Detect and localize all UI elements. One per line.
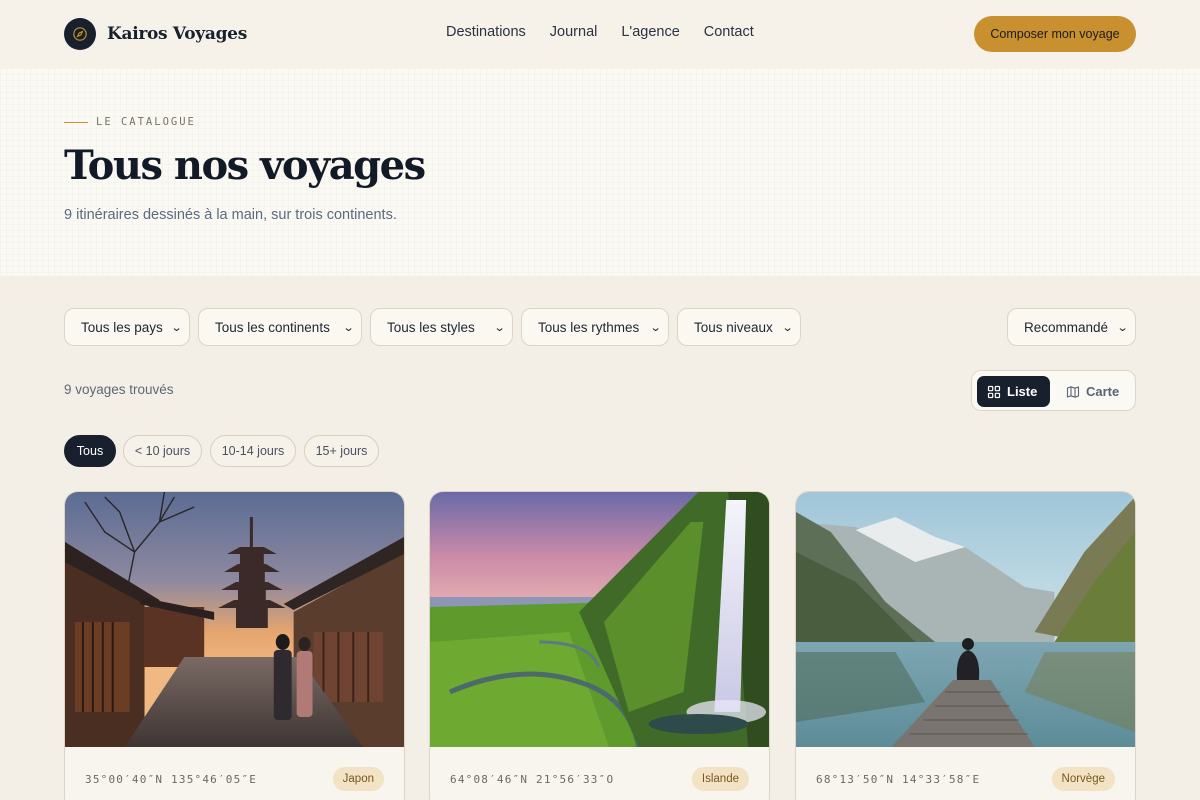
chip-duration-all[interactable]: Tous bbox=[64, 435, 116, 467]
card-coordinates: 35°00′40″N 135°46′05″E bbox=[85, 773, 258, 786]
view-list-button[interactable]: Liste bbox=[977, 376, 1050, 407]
nav-link-agence[interactable]: L'agence bbox=[621, 24, 679, 40]
chip-duration-15-plus[interactable]: 15+ jours bbox=[304, 435, 379, 467]
view-toggle: Liste Carte bbox=[971, 370, 1136, 411]
nav-link-destinations[interactable]: Destinations bbox=[446, 24, 526, 40]
filter-style-select[interactable]: Tous les styles ⌄ bbox=[370, 308, 513, 346]
sort-select[interactable]: Recommandé ⌄ bbox=[1007, 308, 1136, 346]
trip-photo-iceland bbox=[430, 492, 769, 747]
filter-level-label: Tous niveaux bbox=[694, 319, 773, 335]
chevron-down-icon: ⌄ bbox=[781, 321, 794, 334]
view-list-label: Liste bbox=[1007, 384, 1038, 399]
eyebrow-label: LE CATALOGUE bbox=[96, 116, 196, 128]
grid-icon bbox=[987, 385, 1001, 398]
filter-level-select[interactable]: Tous niveaux ⌄ bbox=[677, 308, 801, 346]
compose-trip-button[interactable]: Composer mon voyage bbox=[974, 16, 1136, 52]
trip-photo-norway bbox=[796, 492, 1135, 747]
chevron-down-icon: ⌄ bbox=[493, 321, 506, 334]
compass-icon bbox=[64, 18, 96, 50]
nav-link-journal[interactable]: Journal bbox=[550, 24, 598, 40]
chevron-down-icon: ⌄ bbox=[170, 321, 183, 334]
chevron-down-icon: ⌄ bbox=[649, 321, 662, 334]
filter-style-label: Tous les styles bbox=[387, 319, 475, 335]
main-nav: Destinations Journal L'agence Contact bbox=[446, 24, 754, 40]
nav-link-contact[interactable]: Contact bbox=[704, 24, 754, 40]
sort-label: Recommandé bbox=[1024, 319, 1109, 335]
page-subtitle: 9 itinéraires dessinés à la main, sur tr… bbox=[64, 207, 397, 223]
filter-continent-label: Tous les continents bbox=[215, 319, 330, 335]
results-count: 9 voyages trouvés bbox=[64, 382, 174, 397]
chip-duration-under-10[interactable]: < 10 jours bbox=[123, 435, 202, 467]
view-map-label: Carte bbox=[1086, 384, 1120, 399]
view-map-button[interactable]: Carte bbox=[1056, 376, 1132, 407]
card-country-badge: Islande bbox=[691, 767, 749, 791]
filter-continent-select[interactable]: Tous les continents ⌄ bbox=[198, 308, 362, 346]
eyebrow: LE CATALOGUE bbox=[64, 116, 196, 128]
chevron-down-icon: ⌄ bbox=[342, 321, 355, 334]
map-icon bbox=[1066, 385, 1080, 398]
card-coordinates: 68°13′50″N 14°33′58″E bbox=[816, 773, 981, 786]
brand-logo-link[interactable]: Kairos Voyages bbox=[64, 18, 247, 50]
card-country-badge: Japon bbox=[332, 767, 384, 791]
card-country-badge: Norvège bbox=[1051, 767, 1115, 791]
trip-card[interactable]: 35°00′40″N 135°46′05″E Japon bbox=[64, 491, 405, 800]
filter-rhythm-select[interactable]: Tous les rythmes ⌄ bbox=[521, 308, 669, 346]
filter-rhythm-label: Tous les rythmes bbox=[538, 319, 640, 335]
catalogue-hero: LE CATALOGUE Tous nos voyages 9 itinérai… bbox=[0, 68, 1200, 276]
eyebrow-rule bbox=[64, 121, 88, 123]
trip-photo-japan bbox=[65, 492, 404, 747]
trip-card[interactable]: 64°08′46″N 21°56′33″O Islande bbox=[429, 491, 770, 800]
page-title: Tous nos voyages bbox=[64, 142, 426, 189]
brand-name: Kairos Voyages bbox=[107, 24, 247, 44]
filter-country-select[interactable]: Tous les pays ⌄ bbox=[64, 308, 190, 346]
top-navigation-bar: Kairos Voyages Destinations Journal L'ag… bbox=[0, 0, 1200, 68]
filter-country-label: Tous les pays bbox=[81, 319, 163, 335]
chip-duration-10-14[interactable]: 10-14 jours bbox=[210, 435, 296, 467]
chevron-down-icon: ⌄ bbox=[1116, 321, 1129, 334]
card-coordinates: 64°08′46″N 21°56′33″O bbox=[450, 773, 615, 786]
trip-card[interactable]: 68°13′50″N 14°33′58″E Norvège bbox=[795, 491, 1136, 800]
